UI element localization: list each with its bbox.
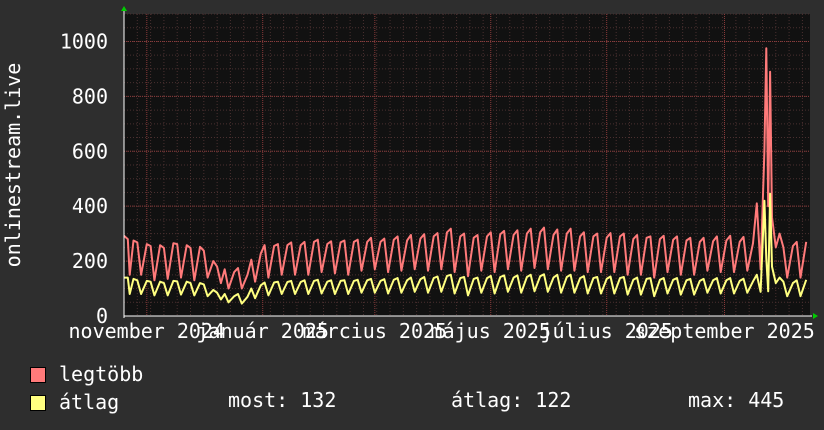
x-tick-label: szeptember 2025 [634,319,815,343]
chart: 02004006008001000 november 2024január 20… [1,6,818,343]
stat-max: max: 445 [688,388,785,412]
x-tick-label: május 2025 [431,319,551,343]
stat-avg: átlag: 122 [451,388,572,412]
y-tick-label: 600 [72,139,108,163]
y-tick-label: 400 [72,194,108,218]
y-axis-arrow [121,6,127,11]
stat-now: most: 132 [228,388,337,412]
legend-label-avg: átlag [59,390,120,414]
y-tick-labels: 02004006008001000 [60,29,108,328]
chart-container: 0 200 400 600 800 1000 november 2024 január 20… [0,0,824,430]
legend-swatch-avg [30,395,46,411]
x-tick-labels: november 2024január 2025március 2025máju… [69,319,815,343]
legend-swatch-max [30,367,46,383]
y-tick-label: 200 [72,249,108,273]
legend-label-max: legtöbb [59,362,144,386]
y-tick-label: 1000 [60,29,108,53]
x-tick-label: március 2025 [303,319,448,343]
y-tick-label: 800 [72,84,108,108]
y-axis-label: onlinestream.live [1,63,25,268]
